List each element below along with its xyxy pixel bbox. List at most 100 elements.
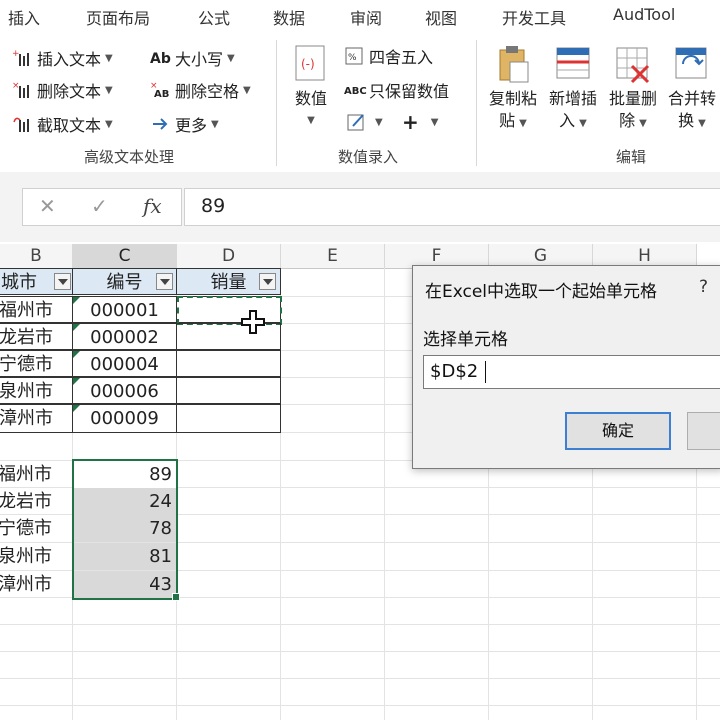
list-item-city[interactable]: 龙岩市 xyxy=(0,488,72,515)
table-row-city[interactable]: 福州市 xyxy=(0,296,73,323)
round-label: 四舍五入 xyxy=(369,48,434,67)
case-button[interactable]: Ab 大小写 ▼ xyxy=(150,46,235,70)
filter-button-code[interactable] xyxy=(156,273,173,290)
fill-handle[interactable] xyxy=(172,593,180,601)
list-item-city[interactable]: 漳州市 xyxy=(0,571,72,598)
dialog-title: 在Excel中选取一个起始单元格 xyxy=(425,282,658,302)
keep-values-button[interactable]: ABC 只保留数值 xyxy=(344,78,449,102)
case-icon: Ab xyxy=(150,48,172,68)
table-row-code[interactable]: 000002 xyxy=(72,323,177,350)
batch-delete-label-2: 除 xyxy=(619,111,636,130)
extract-text-button[interactable]: 截取文本 ▼ xyxy=(12,112,113,136)
batch-delete-button[interactable]: 批量删 除 ▼ xyxy=(604,44,662,135)
value-button[interactable]: (-) 数值 ▼ xyxy=(286,44,336,132)
table-row-code[interactable]: 000001 xyxy=(72,296,177,323)
filter-button-sales[interactable] xyxy=(259,273,276,290)
tab-view[interactable]: 视图 xyxy=(425,5,457,29)
filter-button-city[interactable] xyxy=(54,273,71,290)
gridline xyxy=(384,268,385,720)
column-header-d[interactable]: D xyxy=(177,244,281,269)
merge-convert-button[interactable]: 合并转 换 ▼ xyxy=(664,44,720,135)
add-dropdown-button[interactable]: + ▼ xyxy=(402,110,438,134)
tab-audtool[interactable]: AudTool xyxy=(613,5,675,24)
tab-review[interactable]: 审阅 xyxy=(350,5,382,29)
value-icon: (-) xyxy=(292,44,330,84)
number-as-text-marker xyxy=(73,297,80,304)
delete-text-label: 删除文本 xyxy=(37,82,102,101)
svg-text:×: × xyxy=(12,81,20,91)
cancel-button[interactable] xyxy=(687,412,720,450)
round-button[interactable]: % 四舍五入 xyxy=(344,44,433,68)
group-separator xyxy=(476,40,477,166)
extract-text-icon xyxy=(12,114,34,134)
delete-text-icon: × xyxy=(12,80,34,100)
select-cell-dialog: 在Excel中选取一个起始单元格 ? 选择单元格 $D$2 确定 xyxy=(412,265,720,469)
menu-bar: 插入 页面布局 公式 数据 审阅 视图 开发工具 AudTool xyxy=(0,0,720,32)
tab-developer[interactable]: 开发工具 xyxy=(502,5,566,29)
group-separator xyxy=(276,40,277,166)
tab-insert[interactable]: 插入 xyxy=(8,5,40,29)
remove-spaces-icon: × AB xyxy=(150,80,172,100)
number-as-text-marker xyxy=(73,378,80,385)
merge-convert-label-2: 换 xyxy=(678,111,695,130)
text-caret xyxy=(485,361,486,383)
group-label-value-entry: 数值录入 xyxy=(338,148,399,166)
sales-cell[interactable] xyxy=(176,377,281,404)
tab-data[interactable]: 数据 xyxy=(273,5,305,29)
list-item-city[interactable]: 福州市 xyxy=(0,461,72,488)
list-item-city[interactable]: 泉州市 xyxy=(0,543,72,570)
gridline xyxy=(0,624,720,625)
remove-spaces-label: 删除空格 xyxy=(175,82,240,101)
list-item-city[interactable]: 宁德市 xyxy=(0,515,72,542)
case-label: 大小写 xyxy=(175,50,224,69)
column-header-e[interactable]: E xyxy=(281,244,385,269)
insert-text-button[interactable]: + 插入文本 ▼ xyxy=(12,46,113,70)
cancel-icon[interactable]: ✕ xyxy=(39,194,56,218)
remove-spaces-button[interactable]: × AB 删除空格 ▼ xyxy=(150,78,251,102)
table-row-city[interactable]: 龙岩市 xyxy=(0,323,73,350)
tab-page-layout[interactable]: 页面布局 xyxy=(86,5,150,29)
table-row-code[interactable]: 000004 xyxy=(72,350,177,377)
table-row-city[interactable]: 漳州市 xyxy=(0,404,73,433)
add-insert-label: 新增插 xyxy=(548,89,597,108)
edit-icon xyxy=(346,112,368,132)
edit-dropdown-button[interactable]: ▼ xyxy=(346,112,383,132)
merge-convert-icon xyxy=(673,44,711,84)
cell-reference-input[interactable]: $D$2 xyxy=(423,355,720,389)
table-row-city[interactable]: 泉州市 xyxy=(0,377,73,404)
round-icon: % xyxy=(344,46,366,66)
cross-cursor-icon xyxy=(240,309,268,341)
batch-delete-label: 批量删 xyxy=(608,89,657,108)
column-header-b[interactable]: B xyxy=(0,244,73,269)
clipboard-icon xyxy=(494,44,532,84)
plus-icon: + xyxy=(402,110,419,134)
table-row-city[interactable]: 宁德市 xyxy=(0,350,73,377)
delete-grid-icon xyxy=(614,44,652,84)
more-button[interactable]: 更多 ▼ xyxy=(150,112,219,136)
formula-bar: ✕ ✓ fx 89 xyxy=(0,172,720,242)
sales-cell[interactable] xyxy=(176,350,281,377)
add-insert-button[interactable]: 新增插 入 ▼ xyxy=(544,44,602,135)
sales-cell[interactable] xyxy=(176,404,281,433)
svg-text:ABC: ABC xyxy=(344,86,367,97)
function-icon[interactable]: fx xyxy=(143,194,162,218)
cell-reference-value: $D$2 xyxy=(430,361,479,382)
svg-text:+: + xyxy=(12,49,20,59)
number-as-text-marker xyxy=(73,324,80,331)
table-row-code[interactable]: 000006 xyxy=(72,377,177,404)
ribbon: + 插入文本 ▼ × 删除文本 ▼ 截取文本 ▼ Ab 大小写 ▼ × AB 删除空格 ▼ … xyxy=(0,32,720,173)
tab-formulas[interactable]: 公式 xyxy=(198,5,230,29)
formula-input[interactable]: 89 xyxy=(184,188,720,226)
number-as-text-marker xyxy=(73,351,80,358)
svg-text:(-): (-) xyxy=(301,57,315,71)
column-header-c[interactable]: C xyxy=(73,244,177,270)
table-row-code[interactable]: 000009 xyxy=(72,404,177,433)
delete-text-button[interactable]: × 删除文本 ▼ xyxy=(12,78,113,102)
copy-paste-button[interactable]: 复制粘 贴 ▼ xyxy=(484,44,542,135)
keep-values-label: 只保留数值 xyxy=(369,82,450,101)
confirm-icon[interactable]: ✓ xyxy=(91,194,108,218)
abc-icon: ABC xyxy=(344,80,367,100)
selection-border xyxy=(72,459,178,600)
help-icon[interactable]: ? xyxy=(699,277,708,297)
ok-button[interactable]: 确定 xyxy=(565,412,671,450)
